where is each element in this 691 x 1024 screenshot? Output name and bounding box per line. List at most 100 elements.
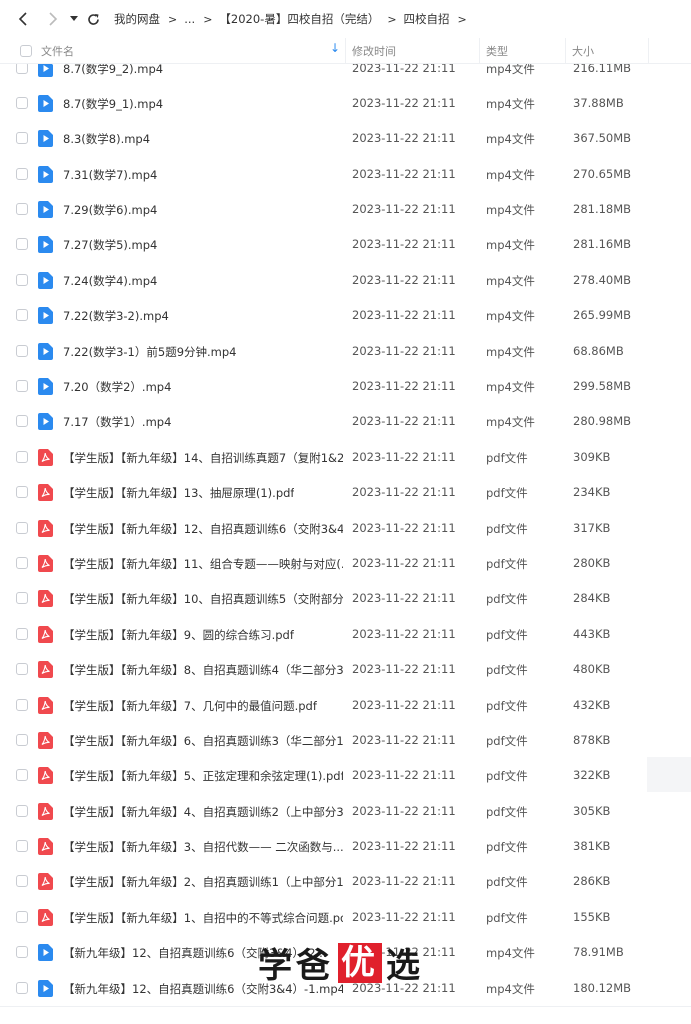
file-row[interactable]: 【学生版】【新九年级】1、自招中的不等式综合问题.pdf 2023-11-22 2… [0, 900, 691, 935]
file-row[interactable]: 7.20（数学2）.mp4 2023-11-22 21:11 mp4文件 299.58… [0, 369, 691, 404]
column-name-header[interactable]: 文件名 [41, 43, 74, 59]
file-row[interactable]: 7.29(数学6).mp4 2023-11-22 21:11 mp4文件 281.18… [0, 192, 691, 227]
file-row[interactable]: 【学生版】【新九年级】13、抽屉原理(1).pdf 2023-11-22 21:1… [0, 475, 691, 510]
column-divider[interactable] [479, 38, 480, 64]
scroll-area[interactable] [647, 757, 691, 792]
video-file-icon [38, 979, 53, 997]
file-row[interactable]: 7.22(数学3-2).mp4 2023-11-22 21:11 mp4文件 265.… [0, 298, 691, 333]
row-checkbox[interactable] [16, 344, 28, 357]
file-name[interactable]: 8.3(数学8).mp4 [63, 131, 150, 147]
file-name[interactable]: 7.31(数学7).mp4 [63, 167, 157, 183]
file-name[interactable]: 7.22(数学3-2).mp4 [63, 308, 169, 324]
row-checkbox[interactable] [16, 981, 28, 994]
row-checkbox[interactable] [16, 627, 28, 640]
file-row[interactable]: 【学生版】【新九年级】3、自招代数—— 二次函数与... 2023-11-22 2… [0, 829, 691, 864]
row-checkbox[interactable] [16, 96, 28, 109]
row-checkbox[interactable] [16, 273, 28, 286]
file-row[interactable]: 8.7(数学9_1).mp4 2023-11-22 21:11 mp4文件 37.88… [0, 86, 691, 121]
file-name[interactable]: 【学生版】【新九年级】6、自招真题训练3（华二部分1... [63, 733, 343, 749]
file-name[interactable]: 7.17（数学1）.mp4 [63, 414, 171, 430]
back-button[interactable] [10, 0, 36, 38]
file-name[interactable]: 7.27(数学5).mp4 [63, 237, 157, 253]
breadcrumb-item-course[interactable]: 【2020-暑】四校自招（完结） [219, 11, 379, 27]
row-checkbox[interactable] [16, 415, 28, 428]
row-checkbox[interactable] [16, 946, 28, 959]
file-row[interactable]: 【学生版】【新九年级】2、自招真题训练1（上中部分1... 2023-11-22 … [0, 864, 691, 899]
row-checkbox[interactable] [16, 769, 28, 782]
column-divider[interactable] [565, 38, 566, 64]
file-row[interactable]: 【学生版】【新九年级】5、正弦定理和余弦定理(1).pdf 2023-11-22 … [0, 758, 691, 793]
row-checkbox[interactable] [16, 238, 28, 251]
file-name[interactable]: 【学生版】【新九年级】1、自招中的不等式综合问题.pdf [63, 910, 343, 926]
row-checkbox[interactable] [16, 309, 28, 322]
file-name[interactable]: 【学生版】【新九年级】10、自招真题训练5（交附部分... [63, 591, 343, 607]
row-checkbox[interactable] [16, 663, 28, 676]
file-row[interactable]: 【学生版】【新九年级】10、自招真题训练5（交附部分... 2023-11-22 … [0, 581, 691, 616]
refresh-button[interactable] [82, 0, 104, 38]
file-row[interactable]: 7.31(数学7).mp4 2023-11-22 21:11 mp4文件 270.65… [0, 157, 691, 192]
row-checkbox[interactable] [16, 592, 28, 605]
row-checkbox[interactable] [16, 840, 28, 853]
file-mtime: 2023-11-22 21:11 [352, 485, 456, 500]
file-row[interactable]: 【学生版】【新九年级】9、圆的综合练习.pdf 2023-11-22 21:11 p… [0, 617, 691, 652]
row-checkbox[interactable] [16, 875, 28, 888]
file-row[interactable]: 7.24(数学4).mp4 2023-11-22 21:11 mp4文件 278.40… [0, 263, 691, 298]
file-row[interactable]: 8.7(数学9_2).mp4 2023-11-22 21:11 mp4文件 216.1… [0, 64, 691, 86]
file-row[interactable]: 7.22(数学3-1）前5题9分钟.mp4 2023-11-22 21:11 mp4… [0, 334, 691, 369]
file-name[interactable]: 【学生版】【新九年级】3、自招代数—— 二次函数与... [63, 839, 343, 855]
column-mtime-header[interactable]: 修改时间 [352, 43, 396, 59]
file-name[interactable]: 【学生版】【新九年级】12、自招真题训练6（交附3&4... [63, 521, 343, 537]
row-checkbox[interactable] [16, 486, 28, 499]
file-type: pdf文件 [486, 592, 528, 607]
row-checkbox[interactable] [16, 910, 28, 923]
row-checkbox[interactable] [16, 132, 28, 145]
row-checkbox[interactable] [16, 804, 28, 817]
row-checkbox[interactable] [16, 203, 28, 216]
column-divider[interactable] [648, 38, 649, 64]
file-name[interactable]: 7.24(数学4).mp4 [63, 273, 157, 289]
file-name[interactable]: 【学生版】【新九年级】7、几何中的最值问题.pdf [63, 698, 317, 714]
file-name[interactable]: 【学生版】【新九年级】13、抽屉原理(1).pdf [63, 485, 294, 501]
file-row[interactable]: 7.17（数学1）.mp4 2023-11-22 21:11 mp4文件 280.98… [0, 404, 691, 439]
file-row[interactable]: 【学生版】【新九年级】14、自招训练真题7（复附1&2... 2023-11-22… [0, 440, 691, 475]
file-name[interactable]: 【学生版】【新九年级】8、自招真题训练4（华二部分3... [63, 662, 343, 678]
breadcrumb-item-root[interactable]: 我的网盘 [114, 11, 160, 27]
breadcrumb-item-ellipsis[interactable]: ... [184, 12, 195, 26]
row-checkbox[interactable] [16, 450, 28, 463]
file-name[interactable]: 【学生版】【新九年级】14、自招训练真题7（复附1&2... [63, 450, 343, 466]
row-checkbox[interactable] [16, 167, 28, 180]
file-name[interactable]: 8.7(数学9_2).mp4 [63, 64, 163, 77]
file-name[interactable]: 【学生版】【新九年级】9、圆的综合练习.pdf [63, 627, 294, 643]
column-type-header[interactable]: 类型 [486, 43, 508, 59]
column-divider[interactable] [345, 38, 346, 64]
file-row[interactable]: 【学生版】【新九年级】6、自招真题训练3（华二部分1... 2023-11-22 … [0, 723, 691, 758]
row-checkbox[interactable] [16, 733, 28, 746]
row-checkbox[interactable] [16, 698, 28, 711]
file-name[interactable]: 7.20（数学2）.mp4 [63, 379, 171, 395]
history-dropdown-button[interactable] [66, 0, 82, 38]
file-row[interactable]: 7.27(数学5).mp4 2023-11-22 21:11 mp4文件 281.16… [0, 227, 691, 262]
forward-button[interactable] [40, 0, 66, 38]
file-name[interactable]: 【学生版】【新九年级】11、组合专题——映射与对应(... [63, 556, 343, 572]
select-all-checkbox[interactable] [20, 45, 32, 57]
file-name[interactable]: 【学生版】【新九年级】2、自招真题训练1（上中部分1... [63, 874, 343, 890]
row-checkbox[interactable] [16, 380, 28, 393]
file-name[interactable]: 8.7(数学9_1).mp4 [63, 96, 163, 112]
file-name[interactable]: 7.22(数学3-1）前5题9分钟.mp4 [63, 344, 236, 360]
pdf-file-icon [38, 802, 53, 820]
file-row[interactable]: 【学生版】【新九年级】12、自招真题训练6（交附3&4... 2023-11-22… [0, 511, 691, 546]
file-name[interactable]: 【学生版】【新九年级】4、自招真题训练2（上中部分3... [63, 804, 343, 820]
file-row[interactable]: 8.3(数学8).mp4 2023-11-22 21:11 mp4文件 367.50M… [0, 121, 691, 156]
row-checkbox[interactable] [16, 521, 28, 534]
sort-arrow-icon[interactable]: ↓ [330, 41, 340, 55]
file-row[interactable]: 【学生版】【新九年级】8、自招真题训练4（华二部分3... 2023-11-22 … [0, 652, 691, 687]
column-size-header[interactable]: 大小 [572, 43, 594, 59]
file-name[interactable]: 7.29(数学6).mp4 [63, 202, 157, 218]
row-checkbox[interactable] [16, 64, 28, 74]
file-name[interactable]: 【学生版】【新九年级】5、正弦定理和余弦定理(1).pdf [63, 768, 343, 784]
row-checkbox[interactable] [16, 556, 28, 569]
breadcrumb-item-current[interactable]: 四校自招 [404, 11, 450, 27]
file-row[interactable]: 【学生版】【新九年级】4、自招真题训练2（上中部分3... 2023-11-22 … [0, 794, 691, 829]
file-row[interactable]: 【学生版】【新九年级】11、组合专题——映射与对应(... 2023-11-22 … [0, 546, 691, 581]
file-row[interactable]: 【学生版】【新九年级】7、几何中的最值问题.pdf 2023-11-22 21:1… [0, 688, 691, 723]
